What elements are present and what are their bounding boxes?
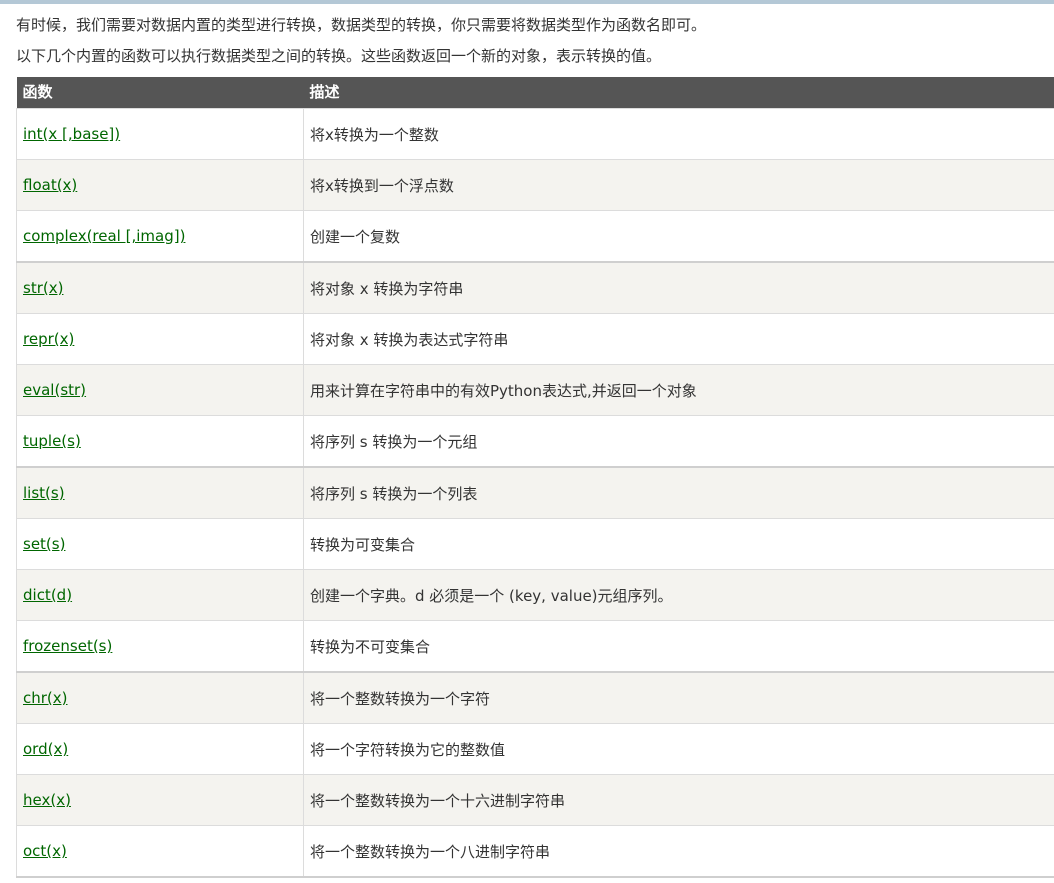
function-link-repr[interactable]: repr(x) <box>23 330 74 348</box>
table-row: dict(d) 创建一个字典。d 必须是一个 (key, value)元组序列。 <box>16 569 1054 621</box>
function-cell: oct(x) <box>16 825 304 878</box>
function-link-complex[interactable]: complex(real [,imag]) <box>23 227 185 245</box>
intro-text-2: 以下几个内置的函数可以执行数据类型之间的转换。这些函数返回一个新的对象，表示转换… <box>16 47 662 65</box>
table-row: chr(x) 将一个整数转换为一个字符 <box>16 671 1054 724</box>
function-link-dict[interactable]: dict(d) <box>23 586 72 604</box>
function-link-float[interactable]: float(x) <box>23 176 77 194</box>
table-row: frozenset(s) 转换为不可变集合 <box>16 620 1054 673</box>
function-cell: set(s) <box>16 518 304 570</box>
table-body: int(x [,base]) 将x转换为一个整数 float(x) 将x转换到一… <box>16 108 1054 878</box>
function-link-oct[interactable]: oct(x) <box>23 842 67 860</box>
function-link-frozenset[interactable]: frozenset(s) <box>23 637 112 655</box>
function-cell: float(x) <box>16 159 304 211</box>
description-cell: 将序列 s 转换为一个列表 <box>303 466 1054 519</box>
table-row: float(x) 将x转换到一个浮点数 <box>16 159 1054 211</box>
description-text: 将对象 x 转换为字符串 <box>310 279 464 298</box>
table-row: int(x [,base]) 将x转换为一个整数 <box>16 108 1054 160</box>
function-cell: tuple(s) <box>16 415 304 468</box>
function-cell: eval(str) <box>16 364 304 416</box>
description-text: 将序列 s 转换为一个元组 <box>310 432 478 451</box>
table-row: list(s) 将序列 s 转换为一个列表 <box>16 466 1054 519</box>
description-cell: 将对象 x 转换为表达式字符串 <box>303 313 1054 365</box>
description-cell: 将x转换为一个整数 <box>303 108 1054 160</box>
description-cell: 创建一个复数 <box>303 210 1054 263</box>
description-cell: 转换为不可变集合 <box>303 620 1054 673</box>
table-row: complex(real [,imag]) 创建一个复数 <box>16 210 1054 263</box>
function-cell: list(s) <box>16 466 304 519</box>
description-cell: 将一个整数转换为一个八进制字符串 <box>303 825 1054 878</box>
table-row: ord(x) 将一个字符转换为它的整数值 <box>16 723 1054 775</box>
intro-text-1: 有时候，我们需要对数据内置的类型进行转换，数据类型的转换，你只需要将数据类型作为… <box>16 16 707 34</box>
description-cell: 将x转换到一个浮点数 <box>303 159 1054 211</box>
function-link-hex[interactable]: hex(x) <box>23 791 71 809</box>
description-cell: 用来计算在字符串中的有效Python表达式,并返回一个对象 <box>303 364 1054 416</box>
description-text: 将一个整数转换为一个十六进制字符串 <box>310 791 566 810</box>
description-text: 将x转换为一个整数 <box>310 125 439 144</box>
description-text: 用来计算在字符串中的有效Python表达式,并返回一个对象 <box>310 381 697 400</box>
description-text: 转换为可变集合 <box>310 535 416 554</box>
description-text: 转换为不可变集合 <box>310 637 431 656</box>
top-border <box>0 0 1054 4</box>
table-row: tuple(s) 将序列 s 转换为一个元组 <box>16 415 1054 468</box>
table-header-row: 函数 描述 <box>16 77 1054 109</box>
function-cell: hex(x) <box>16 774 304 826</box>
description-text: 将x转换到一个浮点数 <box>310 176 454 195</box>
function-link-tuple[interactable]: tuple(s) <box>23 432 81 450</box>
function-link-ord[interactable]: ord(x) <box>23 740 68 758</box>
description-text: 将序列 s 转换为一个列表 <box>310 484 478 503</box>
description-text: 创建一个复数 <box>310 227 401 246</box>
table-row: eval(str) 用来计算在字符串中的有效Python表达式,并返回一个对象 <box>16 364 1054 416</box>
description-cell: 将一个整数转换为一个字符 <box>303 671 1054 724</box>
function-link-list[interactable]: list(s) <box>23 484 65 502</box>
description-cell: 将一个字符转换为它的整数值 <box>303 723 1054 775</box>
function-cell: chr(x) <box>16 671 304 724</box>
function-cell: complex(real [,imag]) <box>16 210 304 263</box>
function-link-chr[interactable]: chr(x) <box>23 689 68 707</box>
description-cell: 创建一个字典。d 必须是一个 (key, value)元组序列。 <box>303 569 1054 621</box>
table-header: 函数 描述 <box>16 77 1054 109</box>
description-cell: 将对象 x 转换为字符串 <box>303 261 1054 314</box>
function-cell: dict(d) <box>16 569 304 621</box>
function-cell: int(x [,base]) <box>16 108 304 160</box>
description-cell: 将序列 s 转换为一个元组 <box>303 415 1054 468</box>
function-link-set[interactable]: set(s) <box>23 535 65 553</box>
conversion-functions-table: 函数 描述 int(x [,base]) 将x转换为一个整数 float(x) … <box>16 77 1054 878</box>
description-cell: 转换为可变集合 <box>303 518 1054 570</box>
description-cell: 将一个整数转换为一个十六进制字符串 <box>303 774 1054 826</box>
function-cell: repr(x) <box>16 313 304 365</box>
function-link-str[interactable]: str(x) <box>23 279 63 297</box>
function-cell: str(x) <box>16 261 304 314</box>
header-function: 函数 <box>16 77 304 109</box>
description-text: 将一个整数转换为一个字符 <box>310 689 491 708</box>
table-row: repr(x) 将对象 x 转换为表达式字符串 <box>16 313 1054 365</box>
table-row: str(x) 将对象 x 转换为字符串 <box>16 261 1054 314</box>
table-row: set(s) 转换为可变集合 <box>16 518 1054 570</box>
description-text: 将对象 x 转换为表达式字符串 <box>310 330 509 349</box>
function-cell: ord(x) <box>16 723 304 775</box>
description-text: 将一个字符转换为它的整数值 <box>310 740 506 759</box>
function-cell: frozenset(s) <box>16 620 304 673</box>
table-row: hex(x) 将一个整数转换为一个十六进制字符串 <box>16 774 1054 826</box>
function-link-eval[interactable]: eval(str) <box>23 381 86 399</box>
header-description: 描述 <box>303 77 1054 109</box>
function-link-int[interactable]: int(x [,base]) <box>23 125 120 143</box>
description-text: 将一个整数转换为一个八进制字符串 <box>310 842 551 861</box>
description-text: 创建一个字典。d 必须是一个 (key, value)元组序列。 <box>310 586 673 605</box>
table-row: oct(x) 将一个整数转换为一个八进制字符串 <box>16 825 1054 878</box>
